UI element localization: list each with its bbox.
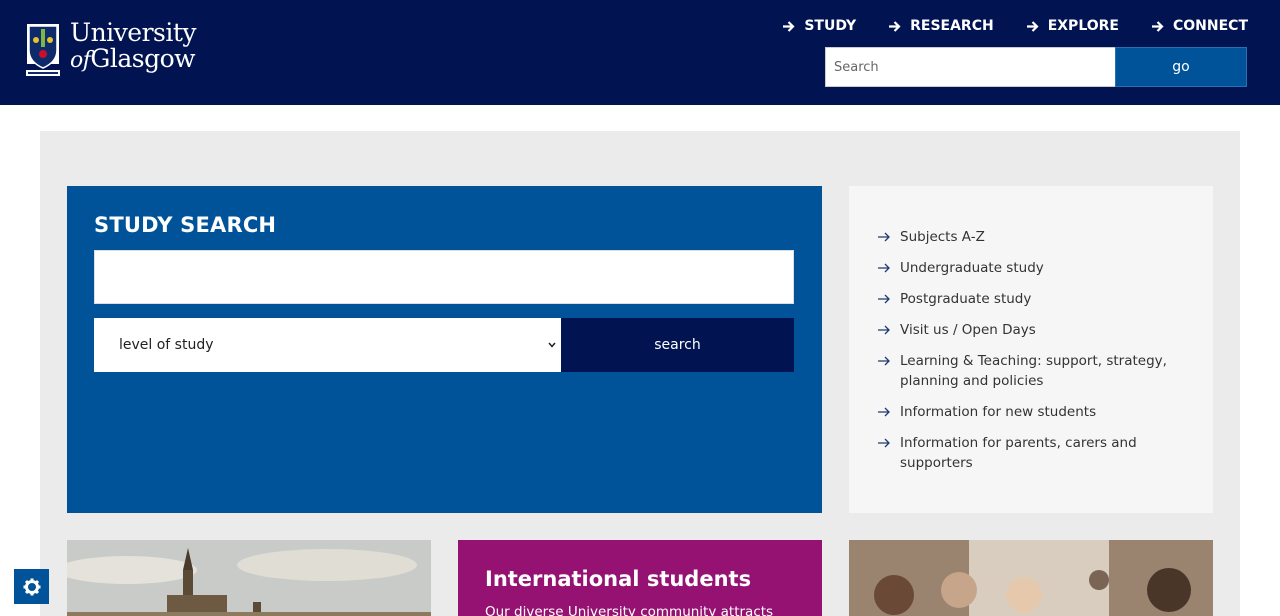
quick-link-label: Postgraduate study xyxy=(900,291,1032,307)
quick-link-label: Undergraduate study xyxy=(900,260,1044,276)
nav-connect-label: CONNECT xyxy=(1173,18,1248,34)
nav-study[interactable]: STUDY xyxy=(782,17,856,35)
arrow-right-icon xyxy=(878,263,890,273)
nav-explore-label: EXPLORE xyxy=(1047,18,1119,34)
arrow-right-icon xyxy=(1152,20,1164,32)
study-search-button[interactable]: search xyxy=(561,318,794,372)
nav-connect[interactable]: CONNECT xyxy=(1151,17,1248,35)
quick-link-undergraduate[interactable]: Undergraduate study xyxy=(877,258,1177,278)
arrow-right-icon xyxy=(1026,20,1039,32)
logo-glasgow-line: ofGlasgow xyxy=(70,46,196,74)
quick-link-visit[interactable]: Visit us / Open Days xyxy=(877,320,1177,340)
quick-link-label: Information for new students xyxy=(900,404,1097,420)
quick-link-learning-teaching[interactable]: Learning & Teaching: support, strategy, … xyxy=(877,351,1177,391)
gear-icon xyxy=(23,578,40,595)
logo-glasgow: Glasgow xyxy=(90,44,196,73)
arrow-right-icon xyxy=(878,356,890,366)
site-search-go-button[interactable]: go xyxy=(1115,47,1247,87)
nav-study-label: STUDY xyxy=(804,18,857,34)
arrow-right-icon xyxy=(783,20,795,32)
logo-of: of xyxy=(70,48,91,73)
site-search-input[interactable] xyxy=(825,47,1115,87)
arrow-right-icon xyxy=(889,20,901,32)
arrow-right-icon xyxy=(878,407,890,417)
international-students-tile[interactable]: International students Our diverse Unive… xyxy=(458,540,822,616)
site-search: go xyxy=(825,47,1247,87)
students-photo-image xyxy=(849,540,1213,616)
quick-link-label: Information for parents, carers and supp… xyxy=(900,435,1137,471)
campus-skyline-image xyxy=(67,540,431,616)
quick-link-subjects[interactable]: Subjects A-Z xyxy=(877,227,1177,247)
international-students-title: International students xyxy=(485,567,752,591)
site-header: University ofGlasgow STUDY RESEARCH EXPL… xyxy=(0,0,1280,105)
campus-photo-tile[interactable] xyxy=(67,540,431,616)
quick-links-box: Subjects A-Z Undergraduate study Postgra… xyxy=(849,186,1213,513)
quick-link-label: Subjects A-Z xyxy=(900,229,985,245)
students-photo-tile[interactable] xyxy=(849,540,1213,616)
arrow-right-icon xyxy=(878,438,890,448)
level-of-study-select[interactable]: level of study xyxy=(94,318,561,372)
quick-link-postgraduate[interactable]: Postgraduate study xyxy=(877,289,1177,309)
study-search-box: STUDY SEARCH level of study search xyxy=(67,186,822,513)
nav-research[interactable]: RESEARCH xyxy=(888,17,994,35)
university-logo[interactable]: University ofGlasgow xyxy=(24,18,197,78)
nav-research-label: RESEARCH xyxy=(910,18,994,34)
study-search-input[interactable] xyxy=(94,250,794,304)
arrow-right-icon xyxy=(878,232,890,242)
quick-link-label: Learning & Teaching: support, strategy, … xyxy=(900,353,1167,389)
study-search-title: STUDY SEARCH xyxy=(94,213,277,237)
accessibility-settings-button[interactable] xyxy=(14,569,49,604)
nav-explore[interactable]: EXPLORE xyxy=(1026,17,1119,35)
level-of-study-value: level of study xyxy=(119,337,214,353)
chevron-down-icon xyxy=(548,342,556,348)
quick-links-list: Subjects A-Z Undergraduate study Postgra… xyxy=(877,227,1177,484)
crest-icon xyxy=(26,24,60,76)
quick-link-new-students[interactable]: Information for new students xyxy=(877,402,1177,422)
quick-link-parents[interactable]: Information for parents, carers and supp… xyxy=(877,433,1177,473)
arrow-right-icon xyxy=(878,325,890,335)
quick-link-label: Visit us / Open Days xyxy=(900,322,1036,338)
logo-wordmark: University ofGlasgow xyxy=(70,18,197,74)
top-navigation: STUDY RESEARCH EXPLORE CONNECT xyxy=(750,17,1248,35)
logo-university: University xyxy=(70,18,197,47)
international-students-text: Our diverse University community attract… xyxy=(485,604,774,616)
arrow-right-icon xyxy=(878,294,890,304)
